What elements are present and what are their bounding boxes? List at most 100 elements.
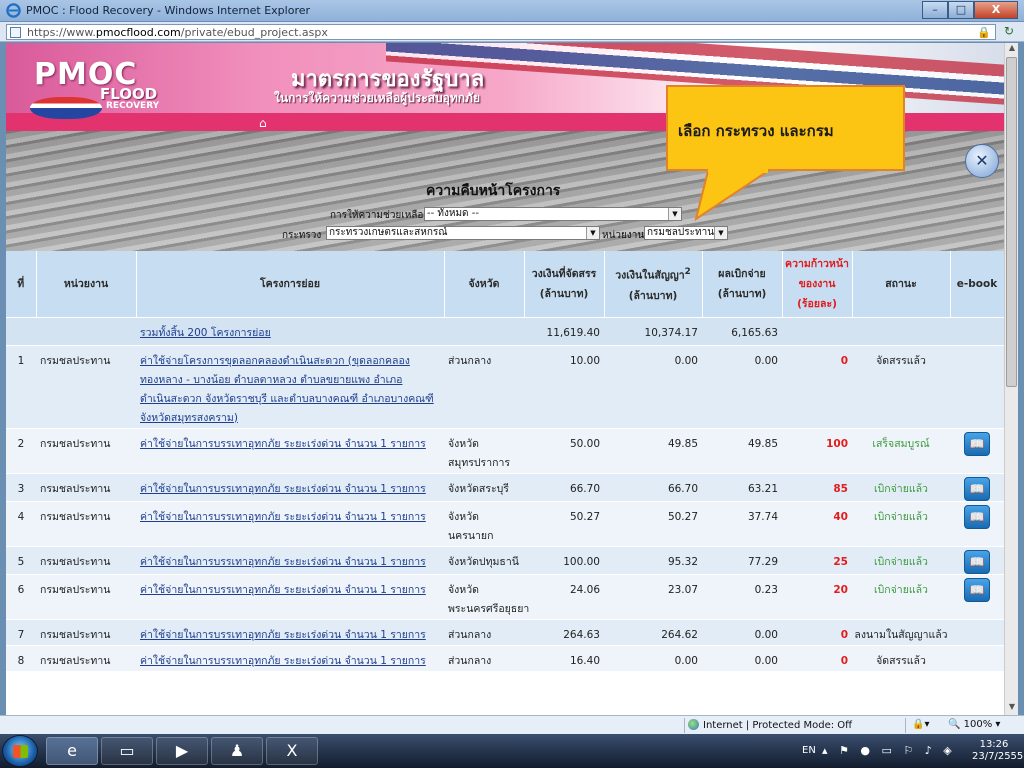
maximize-button[interactable]: □ (948, 1, 974, 19)
row-progress: 40 (782, 500, 852, 546)
row-allocated: 50.00 (524, 427, 604, 473)
folder-taskbar-icon[interactable]: ▭ (101, 737, 153, 765)
protected-mode-icon[interactable]: 🔒▾ (912, 719, 929, 730)
url-field[interactable]: https://www.pmocflood.com/private/ebud_p… (6, 24, 996, 40)
summary-link[interactable]: รวมทั้งสิ้น 200 โครงการย่อย (140, 327, 271, 339)
logo-recovery-text: RECOVERY (106, 101, 160, 111)
ebook-icon[interactable]: 📖 (964, 504, 990, 529)
row-disbursed: 0.00 (702, 644, 782, 671)
row-province: จังหวัดพระนครศรีอยุธยา (444, 573, 529, 619)
tray-icons[interactable]: ▴ ⚑ ● ▭ ⚐ ♪ ◈ (822, 744, 956, 757)
lock-icon[interactable]: 🔒 (977, 26, 991, 39)
row-contract: 23.07 (604, 573, 702, 619)
dept-select[interactable]: กรมชลประทาน ▼ (644, 226, 728, 240)
table-row: 3 กรมชลประทาน ค่าใช้จ่ายในการบรรเทาอุทกภัย… (6, 472, 1004, 501)
row-contract: 0.00 (604, 344, 702, 428)
row-allocated: 16.40 (524, 644, 604, 671)
clock[interactable]: 13:26 23/7/2555 (972, 739, 1023, 763)
row-status: เบิกจ่ายแล้ว (852, 500, 950, 546)
table-row: 4 กรมชลประทาน ค่าใช้จ่ายในการบรรเทาอุทกภัย… (6, 500, 1004, 546)
ministry-select[interactable]: กระทรวงเกษตรและสหกรณ์ ▼ (326, 226, 600, 240)
project-link[interactable]: ค่าใช้จ่ายในการบรรเทาอุทกภัย ระยะเร่งด่ว… (140, 483, 426, 495)
table-header-row: ที่ หน่วยงาน โครงการย่อย จังหวัด วงเงินท… (6, 251, 1004, 317)
media-player-taskbar-icon[interactable]: ▶ (156, 737, 208, 765)
project-link[interactable]: ค่าใช้จ่ายในการบรรเทาอุทกภัย ระยะเร่งด่ว… (140, 511, 426, 523)
ebook-icon[interactable]: 📖 (964, 577, 990, 602)
project-link[interactable]: ค่าใช้จ่ายในการบรรเทาอุทกภัย ระยะเร่งด่ว… (140, 556, 426, 568)
scroll-up-icon[interactable]: ▲ (1005, 43, 1019, 56)
close-button[interactable]: X (974, 1, 1018, 19)
row-number: 6 (6, 573, 36, 619)
table-row: 8 กรมชลประทาน ค่าใช้จ่ายในการบรรเทาอุทกภัย… (6, 644, 1004, 671)
row-contract: 50.27 (604, 500, 702, 546)
status-divider (905, 718, 906, 733)
row-agency: กรมชลประทาน (36, 573, 136, 619)
row-status: จัดสรรแล้ว (852, 344, 950, 428)
pmoc-logo[interactable]: PMOC FLOOD RECOVERY (30, 57, 159, 119)
ebook-icon[interactable]: 📖 (964, 549, 990, 574)
dept-label: หน่วยงาน (602, 230, 645, 241)
summary-contract: 10,374.17 (604, 316, 702, 345)
start-button[interactable] (2, 735, 38, 767)
row-disbursed: 77.29 (702, 545, 782, 574)
ebook-icon[interactable]: 📖 (964, 476, 990, 501)
project-link[interactable]: ค่าใช้จ่ายในการบรรเทาอุทกภัย ระยะเร่งด่ว… (140, 655, 426, 667)
row-disbursed: 0.00 (702, 618, 782, 645)
assist-label: การให้ความช่วยเหลือ (330, 210, 424, 221)
status-bar: Internet | Protected Mode: Off 🔒▾ 🔍 100%… (0, 715, 1024, 734)
row-number: 3 (6, 472, 36, 501)
row-province: จังหวัดนครนายก (444, 500, 524, 546)
internet-explorer-icon (6, 3, 21, 18)
window-title: PMOC : Flood Recovery - Windows Internet… (26, 4, 311, 17)
table-row: 5 กรมชลประทาน ค่าใช้จ่ายในการบรรเทาอุทกภัย… (6, 545, 1004, 574)
row-province: จังหวัดปทุมธานี (444, 545, 524, 574)
row-progress: 0 (782, 644, 852, 671)
project-link[interactable]: ค่าใช้จ่ายในการบรรเทาอุทกภัย ระยะเร่งด่ว… (140, 438, 426, 450)
address-bar: https://www.pmocflood.com/private/ebud_p… (0, 22, 1024, 42)
ebook-icon[interactable]: 📖 (964, 431, 990, 456)
row-province: ส่วนกลาง (444, 344, 524, 428)
project-link[interactable]: ค่าใช้จ่ายโครงการขุดลอกคลองดำเนินสะดวก (… (140, 355, 434, 424)
url-text: https://www.pmocflood.com/private/ebud_p… (27, 26, 328, 39)
table-row: 7 กรมชลประทาน ค่าใช้จ่ายในการบรรเทาอุทกภัย… (6, 618, 1004, 645)
row-progress: 0 (782, 618, 852, 645)
table-row: 2 กรมชลประทาน ค่าใช้จ่ายในการบรรเทาอุทกภัย… (6, 427, 1004, 473)
minimize-button[interactable]: – (922, 1, 948, 19)
row-number: 7 (6, 618, 36, 645)
excel-taskbar-icon[interactable]: X (266, 737, 318, 765)
ie-taskbar-icon[interactable]: e (46, 737, 98, 765)
refresh-icon[interactable]: ↻ (1000, 24, 1018, 40)
row-allocated: 264.63 (524, 618, 604, 645)
vertical-scrollbar[interactable]: ▲ ▼ (1004, 43, 1018, 715)
language-indicator[interactable]: EN (802, 745, 816, 756)
zoom-level[interactable]: 🔍 100% ▾ (948, 719, 1000, 730)
row-province: ส่วนกลาง (444, 644, 524, 671)
taskbar: e ▭ ▶ ♟ X EN ▴ ⚑ ● ▭ ⚐ ♪ ◈ 13:26 23/7/255… (0, 734, 1024, 768)
page-viewport: PMOC FLOOD RECOVERY มาตรการของรัฐบาล ในก… (6, 43, 1004, 715)
row-disbursed: 0.23 (702, 573, 782, 619)
scrollbar-thumb[interactable] (1006, 57, 1017, 387)
row-progress: 25 (782, 545, 852, 574)
row-number: 4 (6, 500, 36, 546)
row-status: จัดสรรแล้ว (852, 644, 950, 671)
project-link[interactable]: ค่าใช้จ่ายในการบรรเทาอุทกภัย ระยะเร่งด่ว… (140, 629, 426, 641)
app-taskbar-icon[interactable]: ♟ (211, 737, 263, 765)
row-status: เสร็จสมบูรณ์ (852, 427, 950, 473)
row-contract: 66.70 (604, 472, 702, 501)
row-agency: กรมชลประทาน (36, 427, 136, 473)
row-agency: กรมชลประทาน (36, 344, 136, 428)
assist-select[interactable]: -- ทั้งหมด -- ▼ (424, 207, 682, 221)
row-status: เบิกจ่ายแล้ว (852, 573, 950, 619)
home-icon[interactable]: ⌂ (259, 116, 267, 130)
row-agency: กรมชลประทาน (36, 472, 136, 501)
window-title-bar[interactable]: PMOC : Flood Recovery - Windows Internet… (0, 0, 1024, 22)
summary-row: รวมทั้งสิ้น 200 โครงการย่อย 11,619.40 10… (6, 316, 1004, 345)
exit-icon[interactable]: ✕ (965, 144, 999, 178)
project-link[interactable]: ค่าใช้จ่ายในการบรรเทาอุทกภัย ระยะเร่งด่ว… (140, 584, 426, 596)
security-zone[interactable]: Internet | Protected Mode: Off (688, 719, 852, 731)
col-header-status: สถานะ (852, 251, 951, 317)
row-progress: 20 (782, 573, 852, 619)
scroll-down-icon[interactable]: ▼ (1005, 702, 1019, 715)
row-province: ส่วนกลาง (444, 618, 524, 645)
callout-text: เลือก กระทรวง และกรม (678, 122, 834, 140)
